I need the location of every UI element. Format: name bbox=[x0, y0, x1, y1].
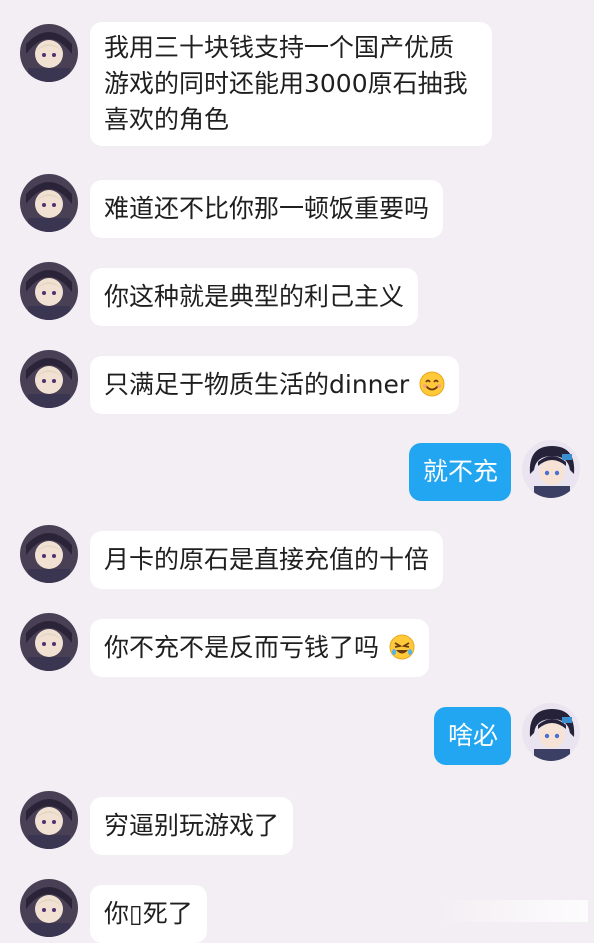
message-text: 啥必 bbox=[448, 721, 499, 750]
sender-avatar[interactable] bbox=[20, 613, 78, 671]
sender-avatar[interactable] bbox=[20, 791, 78, 849]
rolling-laughing-face-icon bbox=[389, 634, 415, 660]
smiling-face-icon bbox=[419, 371, 445, 397]
sender-avatar[interactable] bbox=[20, 174, 78, 232]
my-avatar[interactable] bbox=[522, 703, 580, 761]
sender-avatar[interactable] bbox=[20, 879, 78, 937]
watermark bbox=[438, 900, 588, 922]
message-bubble-outgoing[interactable]: 啥必 bbox=[434, 707, 511, 765]
message-bubble-incoming[interactable]: 我用三十块钱支持一个国产优质游戏的同时还能用3000原石抽我喜欢的角色 bbox=[90, 22, 492, 146]
message-text: 只满足于物质生活的dinner bbox=[104, 370, 410, 399]
message-bubble-incoming[interactable]: 只满足于物质生活的dinner bbox=[90, 356, 460, 414]
message-text: 难道还不比你那一顿饭重要吗 bbox=[104, 194, 430, 223]
message-text: 月卡的原石是直接充值的十倍 bbox=[104, 545, 430, 574]
message-bubble-incoming[interactable]: 穷逼别玩游戏了 bbox=[90, 797, 294, 855]
sender-avatar[interactable] bbox=[20, 24, 78, 82]
message-text: 你这种就是典型的利己主义 bbox=[104, 282, 405, 311]
message-bubble-incoming[interactable]: 你这种就是典型的利己主义 bbox=[90, 268, 419, 326]
message-text: 穷逼别玩游戏了 bbox=[104, 811, 280, 840]
message-text: 我用三十块钱支持一个国产优质游戏的同时还能用3000原石抽我喜欢的角色 bbox=[104, 33, 468, 134]
message-text: 你不充不是反而亏钱了吗 bbox=[104, 633, 380, 662]
message-bubble-incoming[interactable]: 你▯死了 bbox=[90, 885, 207, 943]
message-text: 你▯死了 bbox=[104, 899, 193, 928]
sender-avatar[interactable] bbox=[20, 350, 78, 408]
message-text: 就不充 bbox=[423, 457, 499, 486]
message-bubble-incoming[interactable]: 月卡的原石是直接充值的十倍 bbox=[90, 531, 444, 589]
my-avatar[interactable] bbox=[522, 440, 580, 498]
sender-avatar[interactable] bbox=[20, 262, 78, 320]
message-bubble-incoming[interactable]: 难道还不比你那一顿饭重要吗 bbox=[90, 180, 444, 238]
message-bubble-incoming[interactable]: 你不充不是反而亏钱了吗 bbox=[90, 619, 429, 677]
message-bubble-outgoing[interactable]: 就不充 bbox=[409, 443, 511, 501]
sender-avatar[interactable] bbox=[20, 525, 78, 583]
chat-thread: 我用三十块钱支持一个国产优质游戏的同时还能用3000原石抽我喜欢的角色 难道还不… bbox=[0, 0, 594, 943]
